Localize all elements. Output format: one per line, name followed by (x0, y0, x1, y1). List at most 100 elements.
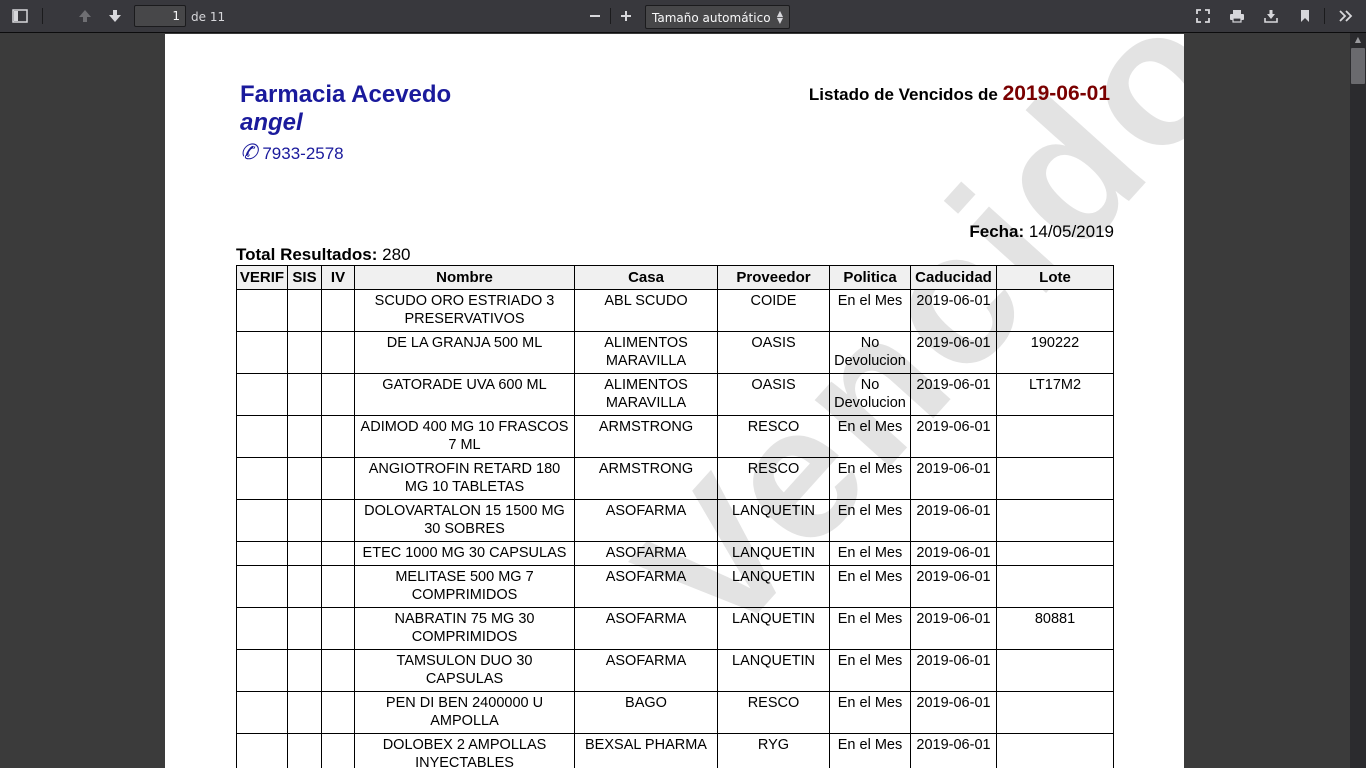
table-row: SCUDO ORO ESTRIADO 3 PRESERVATIVOS ABL SC… (236, 289, 1114, 332)
cell-lote (996, 499, 1114, 542)
bookmark-icon[interactable] (1295, 5, 1315, 27)
cell-lote (996, 733, 1114, 768)
print-icon[interactable] (1227, 5, 1247, 27)
cell-caducidad: 2019-06-01 (910, 415, 997, 458)
cell-casa: ASOFARMA (574, 541, 718, 566)
page-number-input[interactable]: 1 (134, 5, 186, 27)
cell-sis (287, 415, 322, 458)
cell-politica: No Devolucion (829, 331, 911, 374)
total-results: Total Resultados: 280 (236, 245, 410, 265)
cell-caducidad: 2019-06-01 (910, 373, 997, 416)
cell-casa: ASOFARMA (574, 499, 718, 542)
cell-casa: ABL SCUDO (574, 289, 718, 332)
cell-proveedor: LANQUETIN (717, 607, 830, 650)
cell-verif (236, 499, 288, 542)
cell-casa: BAGO (574, 691, 718, 734)
col-nombre: Nombre (354, 265, 575, 290)
cell-casa: ARMSTRONG (574, 415, 718, 458)
toolbar-separator (1324, 8, 1325, 24)
cell-casa: ASOFARMA (574, 565, 718, 608)
vertical-scrollbar[interactable] (1350, 33, 1366, 768)
cell-casa: ALIMENTOS MARAVILLA (574, 373, 718, 416)
cell-proveedor: OASIS (717, 373, 830, 416)
zoom-out-icon[interactable] (585, 5, 605, 27)
cell-sis (287, 373, 322, 416)
col-caducidad: Caducidad (910, 265, 997, 290)
zoom-select[interactable]: Tamaño automático ▲ ▼ (645, 5, 790, 29)
cell-politica: En el Mes (829, 499, 911, 542)
cell-iv (321, 541, 355, 566)
cell-verif (236, 733, 288, 768)
table-row: MELITASE 500 MG 7 COMPRIMIDOS ASOFARMA LAN… (236, 565, 1114, 608)
cell-nombre: TAMSULON DUO 30 CAPSULAS (354, 649, 575, 692)
scroll-up-icon[interactable]: ▲ (1350, 33, 1366, 47)
cell-casa: ALIMENTOS MARAVILLA (574, 331, 718, 374)
cell-caducidad: 2019-06-01 (910, 289, 997, 332)
cell-caducidad: 2019-06-01 (910, 565, 997, 608)
fecha-value: 14/05/2019 (1028, 222, 1114, 241)
cell-iv (321, 607, 355, 650)
cell-verif (236, 457, 288, 500)
col-sis: SIS (287, 265, 322, 290)
cell-lote (996, 289, 1114, 332)
cell-politica: En el Mes (829, 691, 911, 734)
previous-page-icon[interactable] (75, 5, 95, 27)
table-row: GATORADE UVA 600 ML ALIMENTOS MARAVILLA OA… (236, 373, 1114, 416)
cell-politica: En el Mes (829, 565, 911, 608)
cell-nombre: ADIMOD 400 MG 10 FRASCOS 7 ML (354, 415, 575, 458)
cell-sis (287, 691, 322, 734)
cell-iv (321, 373, 355, 416)
cell-casa: ARMSTRONG (574, 457, 718, 500)
table-row: PEN DI BEN 2400000 U AMPOLLA BAGO RESCO En … (236, 691, 1114, 734)
cell-verif (236, 373, 288, 416)
col-politica: Politica (829, 265, 911, 290)
toolbar-separator (610, 8, 611, 24)
cell-politica: En el Mes (829, 541, 911, 566)
cell-lote: 80881 (996, 607, 1114, 650)
cell-nombre: DOLOVARTALON 15 1500 MG 30 SOBRES (354, 499, 575, 542)
cell-nombre: GATORADE UVA 600 ML (354, 373, 575, 416)
fecha-label: Fecha: (969, 222, 1025, 241)
cell-politica: En el Mes (829, 733, 911, 768)
page-count-label: de 11 (191, 10, 226, 24)
cell-caducidad: 2019-06-01 (910, 457, 997, 500)
col-verif: VERIF (236, 265, 288, 290)
table-row: DOLOVARTALON 15 1500 MG 30 SOBRES ASOFARM… (236, 499, 1114, 542)
user-name: angel (240, 109, 303, 136)
cell-sis (287, 565, 322, 608)
cell-sis (287, 541, 322, 566)
cell-caducidad: 2019-06-01 (910, 607, 997, 650)
pharmacy-name: Farmacia Acevedo (240, 81, 452, 108)
cell-caducidad: 2019-06-01 (910, 499, 997, 542)
next-page-icon[interactable] (105, 5, 125, 27)
cell-iv (321, 691, 355, 734)
zoom-select-value: Tamaño automático (652, 11, 771, 25)
report-title-date: 2019-06-01 (1002, 82, 1110, 105)
report-title: Listado de Vencidos de 2019-06-01 (809, 82, 1110, 106)
cell-casa: ASOFARMA (574, 649, 718, 692)
cell-lote (996, 649, 1114, 692)
cell-lote (996, 415, 1114, 458)
cell-sis (287, 457, 322, 500)
scrollbar-thumb[interactable] (1351, 48, 1365, 84)
cell-iv (321, 499, 355, 542)
pdf-toolbar: 1 de 11 Tamaño automático ▲ ▼ (0, 0, 1366, 33)
download-icon[interactable] (1261, 5, 1281, 27)
zoom-in-icon[interactable] (616, 5, 636, 27)
col-iv: IV (321, 265, 355, 290)
sidebar-toggle-icon[interactable] (10, 5, 30, 27)
cell-verif (236, 649, 288, 692)
select-arrows-icon: ▲ ▼ (776, 9, 783, 25)
cell-lote: 190222 (996, 331, 1114, 374)
cell-nombre: ETEC 1000 MG 30 CAPSULAS (354, 541, 575, 566)
presentation-mode-icon[interactable] (1193, 5, 1213, 27)
tools-icon[interactable] (1336, 5, 1356, 27)
cell-sis (287, 289, 322, 332)
toolbar-separator (42, 8, 43, 24)
table-row: ANGIOTROFIN RETARD 180 MG 10 TABLETAS ARM… (236, 457, 1114, 500)
cell-proveedor: RYG (717, 733, 830, 768)
cell-iv (321, 289, 355, 332)
phone-number: 7933-2578 (262, 144, 344, 163)
cell-nombre: ANGIOTROFIN RETARD 180 MG 10 TABLETAS (354, 457, 575, 500)
cell-verif (236, 415, 288, 458)
